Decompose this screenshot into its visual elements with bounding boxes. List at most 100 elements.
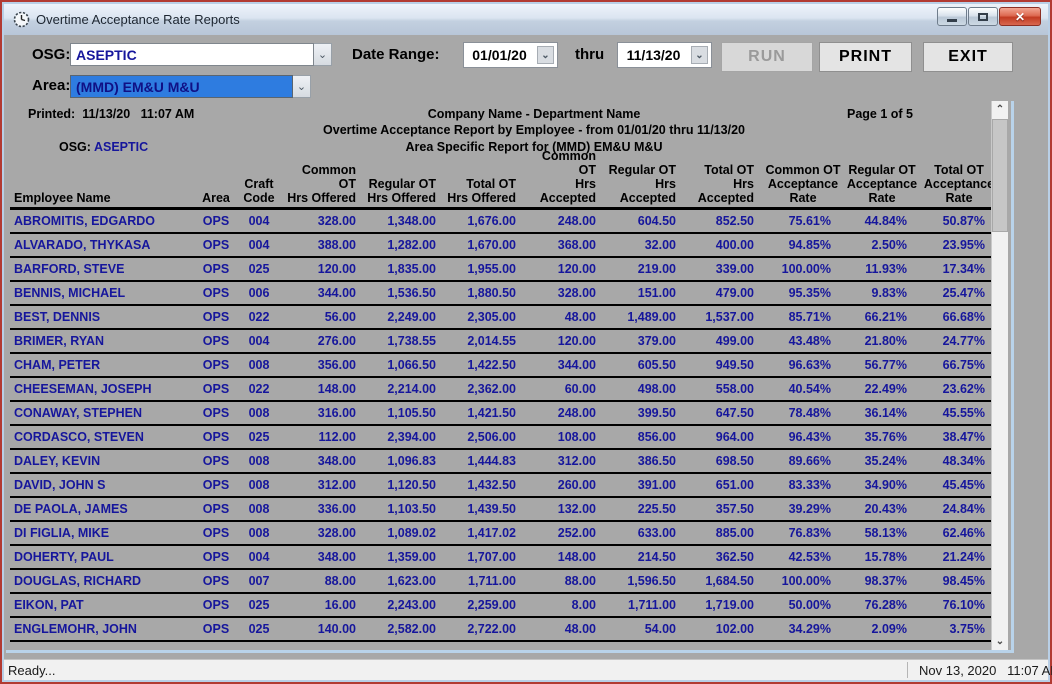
table-cell: 45.55%	[942, 406, 985, 420]
table-cell: 1,103.50	[387, 502, 436, 516]
table-cell: OPS	[202, 526, 230, 540]
status-datetime: Nov 13, 2020 11:07 AM	[919, 663, 1052, 678]
table-cell: BARFORD, STEVE	[14, 262, 125, 276]
minimize-button[interactable]	[937, 7, 967, 26]
table-cell: 2,582.00	[387, 622, 436, 636]
table-cell: 225.50	[637, 502, 676, 516]
table-cell: 1,096.83	[387, 454, 436, 468]
date-to-value[interactable]: 11/13/20	[618, 43, 689, 67]
chevron-down-icon[interactable]: ⌄	[691, 46, 708, 64]
table-cell: 22.49%	[864, 382, 907, 396]
table-cell: 50.87%	[942, 214, 985, 228]
table-cell: 98.45%	[942, 574, 985, 588]
table-cell: 1,719.00	[705, 598, 754, 612]
table-cell: 2,014.55	[467, 334, 516, 348]
chevron-down-icon[interactable]: ⌄	[537, 46, 554, 64]
table-cell: 698.50	[715, 454, 754, 468]
table-cell: 312.00	[557, 454, 596, 468]
table-cell: 1,282.00	[387, 238, 436, 252]
table-row: ENGLEMOHR, JOHN OPS 025 140.00 2,582.00 2,722…	[10, 618, 992, 642]
printed-label: Printed:	[28, 107, 76, 121]
table-cell: 008	[248, 478, 270, 492]
page-info: Page 1 of 5	[847, 107, 913, 121]
minimize-icon	[947, 18, 957, 22]
table-cell: 357.50	[715, 502, 754, 516]
table-cell: 2,249.00	[387, 310, 436, 324]
table-cell: OPS	[202, 310, 230, 324]
table-row: DAVID, JOHN S OPS 008 312.00 1,120.50 1,432.5…	[10, 474, 992, 498]
table-row: DE PAOLA, JAMES OPS 008 336.00 1,103.50 1,439…	[10, 498, 992, 522]
table-cell: 8.00	[571, 598, 596, 612]
run-button[interactable]: RUN	[721, 42, 813, 72]
close-icon: ✕	[1014, 9, 1026, 24]
close-button[interactable]: ✕	[999, 7, 1041, 26]
osg-value[interactable]: ASEPTIC	[70, 43, 314, 66]
vertical-scrollbar[interactable]: ⌃ ⌄	[991, 101, 1008, 650]
table-cell: OPS	[202, 598, 230, 612]
table-cell: 1,676.00	[467, 214, 516, 228]
column-header: Common OT Hrs Accepted	[539, 149, 596, 205]
date-to-combobox[interactable]: 11/13/20 ⌄	[617, 42, 712, 68]
table-cell: 2,506.00	[467, 430, 516, 444]
table-cell: 248.00	[557, 214, 596, 228]
table-cell: 852.50	[715, 214, 754, 228]
table-cell: DE PAOLA, JAMES	[14, 502, 128, 516]
print-button[interactable]: PRINT	[819, 42, 912, 72]
table-cell: 328.00	[557, 286, 596, 300]
table-cell: OPS	[202, 574, 230, 588]
table-cell: 112.00	[318, 430, 356, 444]
table-cell: 2,214.00	[387, 382, 436, 396]
table-cell: 025	[248, 598, 270, 612]
table-cell: 56.00	[324, 310, 356, 324]
table-cell: 949.50	[715, 358, 754, 372]
date-from-combobox[interactable]: 01/01/20 ⌄	[463, 42, 558, 68]
table-cell: 1,880.50	[467, 286, 516, 300]
scrollbar-thumb[interactable]	[992, 119, 1008, 232]
table-cell: 499.00	[715, 334, 754, 348]
status-bar: Ready... Nov 13, 2020 11:07 AM	[4, 659, 1052, 680]
table-cell: ENGLEMOHR, JOHN	[14, 622, 137, 636]
table-cell: 76.10%	[942, 598, 985, 612]
table-cell: 008	[248, 454, 270, 468]
maximize-button[interactable]	[968, 7, 998, 26]
table-cell: 006	[248, 286, 270, 300]
table-cell: 1,120.50	[387, 478, 436, 492]
table-cell: 11.93%	[865, 262, 907, 276]
table-cell: 1,444.83	[467, 454, 516, 468]
title-bar[interactable]: Overtime Acceptance Rate Reports ✕	[4, 4, 1048, 35]
table-cell: 2,305.00	[467, 310, 516, 324]
area-value[interactable]: (MMD) EM&U M&U	[70, 75, 293, 98]
table-cell: 651.00	[715, 478, 754, 492]
scroll-up-icon[interactable]: ⌃	[992, 101, 1008, 118]
table-cell: 78.48%	[788, 406, 831, 420]
scroll-down-icon[interactable]: ⌄	[992, 633, 1008, 650]
table-cell: 008	[248, 358, 270, 372]
table-cell: 025	[248, 622, 270, 636]
table-cell: 348.00	[317, 550, 356, 564]
table-row: EIKON, PAT OPS 025 16.00 2,243.00 2,259.00 8.0…	[10, 594, 992, 618]
table-cell: 35.24%	[864, 454, 907, 468]
table-row: ABROMITIS, EDGARDO OPS 004 328.00 1,348.00 1,…	[10, 210, 992, 234]
table-cell: OPS	[202, 406, 230, 420]
exit-button[interactable]: EXIT	[923, 42, 1013, 72]
area-combobox[interactable]: (MMD) EM&U M&U ⌄	[70, 75, 311, 98]
table-cell: OPS	[202, 382, 230, 396]
chevron-down-icon[interactable]: ⌄	[314, 43, 332, 66]
date-from-value[interactable]: 01/01/20	[464, 43, 535, 67]
osg-combobox[interactable]: ASEPTIC ⌄	[70, 43, 332, 66]
table-cell: 76.83%	[788, 526, 831, 540]
table-cell: 1,348.00	[387, 214, 436, 228]
table-cell: 252.00	[557, 526, 596, 540]
table-cell: 40.54%	[788, 382, 831, 396]
table-cell: 219.00	[637, 262, 676, 276]
table-cell: 647.50	[715, 406, 754, 420]
table-cell: 2,243.00	[387, 598, 436, 612]
maximize-icon	[978, 12, 988, 21]
table-cell: 2,394.00	[387, 430, 436, 444]
table-cell: 50.00%	[788, 598, 831, 612]
table-cell: 56.77%	[864, 358, 907, 372]
table-cell: 100.00%	[781, 574, 831, 588]
column-header: Regular OT Hrs Accepted	[608, 163, 676, 205]
chevron-down-icon[interactable]: ⌄	[293, 75, 311, 98]
table-cell: 132.00	[557, 502, 596, 516]
